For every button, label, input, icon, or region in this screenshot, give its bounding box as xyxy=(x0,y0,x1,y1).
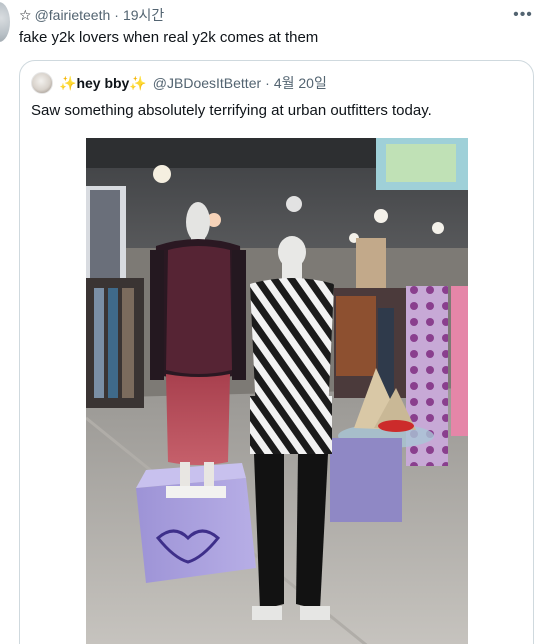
quoted-tweet-image[interactable] xyxy=(86,138,468,644)
quoted-tweet[interactable]: ✨ hey bby ✨ @JBDoesItBetter · 4월 20일 Saw s… xyxy=(19,60,534,644)
author-avatar[interactable] xyxy=(0,2,10,42)
more-horizontal-icon: ••• xyxy=(513,6,533,23)
quoted-author-name[interactable]: hey bby xyxy=(76,75,129,91)
quoted-tweet-timestamp[interactable]: 4월 20일 xyxy=(274,73,327,93)
tweet-timestamp[interactable]: 19시간 xyxy=(123,7,164,23)
tweet[interactable]: ☆ @fairieteeth · 19시간 ••• fake y2k lovers w… xyxy=(0,0,544,644)
sparkle-icon: ✨ xyxy=(129,74,147,91)
star-icon: ☆ xyxy=(19,7,32,23)
tweet-text: fake y2k lovers when real y2k comes at t… xyxy=(19,29,319,46)
header-separator: · xyxy=(114,7,119,23)
author-handle[interactable]: @fairieteeth xyxy=(35,7,111,23)
photo-illustration xyxy=(86,138,468,644)
quoted-tweet-header: ✨ hey bby ✨ @JBDoesItBetter · 4월 20일 xyxy=(31,71,327,95)
more-options-button[interactable]: ••• xyxy=(510,2,536,28)
quoted-header-separator: · xyxy=(265,75,270,91)
quoted-author-avatar[interactable] xyxy=(31,72,53,94)
sparkle-icon: ✨ xyxy=(59,74,77,91)
quoted-tweet-text: Saw something absolutely terrifying at u… xyxy=(31,102,432,119)
quoted-author-handle[interactable]: @JBDoesItBetter xyxy=(153,75,261,91)
tweet-header: ☆ @fairieteeth · 19시간 xyxy=(19,6,164,24)
